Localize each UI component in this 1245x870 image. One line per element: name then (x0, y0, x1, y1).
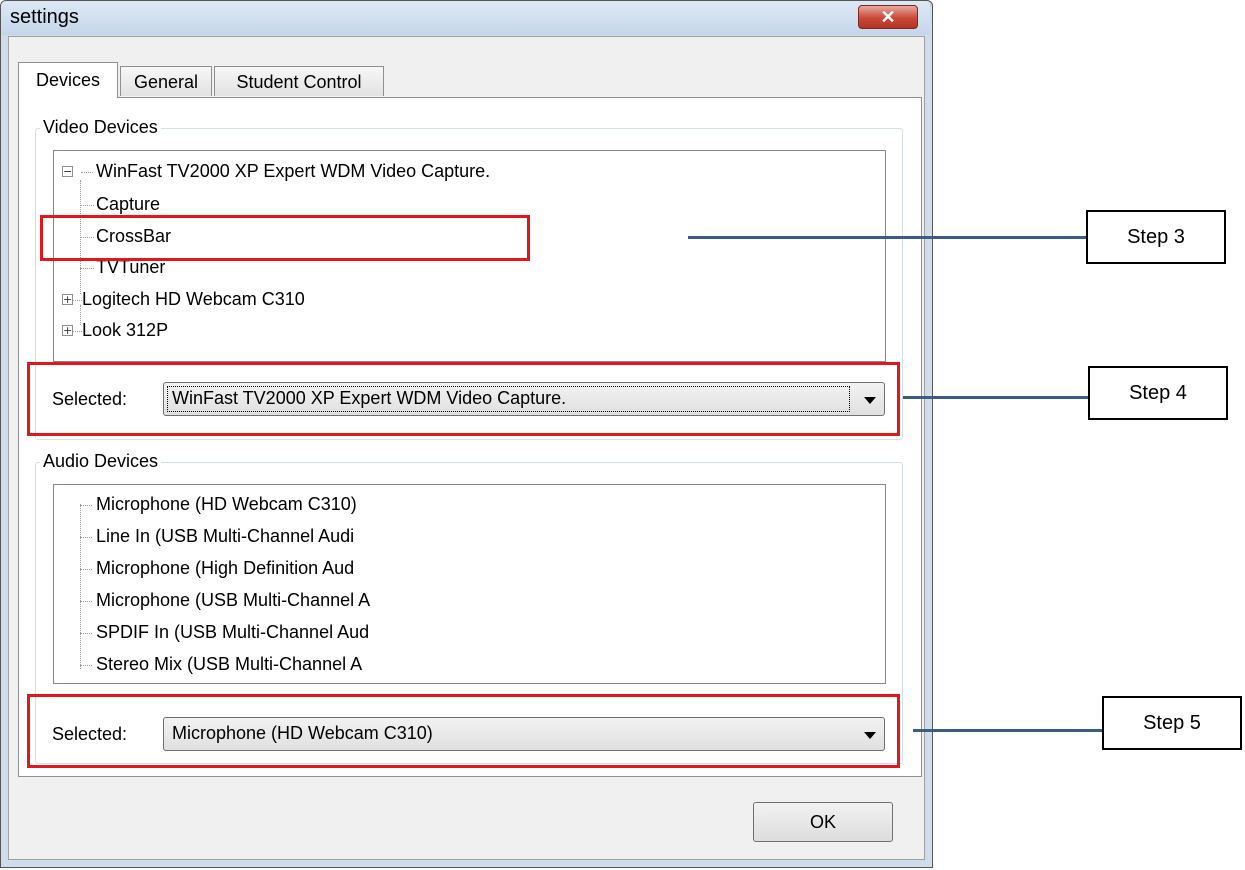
close-icon: ✕ (880, 7, 896, 27)
collapse-icon[interactable]: − (62, 166, 73, 177)
highlight-video-selected (27, 362, 900, 436)
title-bar[interactable] (1, 1, 930, 35)
tab-general[interactable]: General (120, 66, 212, 96)
tree-line (80, 665, 92, 666)
audio-item[interactable]: Microphone (High Definition Aud (96, 558, 354, 579)
tab-devices[interactable]: Devices (18, 62, 118, 98)
expand-icon[interactable]: + (62, 294, 73, 305)
highlight-crossbar (40, 215, 530, 261)
audio-item[interactable]: SPDIF In (USB Multi-Channel Aud (96, 622, 369, 643)
video-devices-label: Video Devices (40, 117, 161, 138)
tree-line (80, 205, 94, 206)
window-title: settings (10, 6, 79, 28)
tree-line (80, 601, 92, 602)
audio-item[interactable]: Line In (USB Multi-Channel Audi (96, 526, 354, 547)
tree-line (81, 172, 93, 173)
expand-icon[interactable]: + (62, 325, 73, 336)
step4-label: Step 4 (1088, 366, 1228, 420)
audio-item[interactable]: Stereo Mix (USB Multi-Channel A (96, 654, 362, 675)
step3-label: Step 3 (1086, 210, 1226, 264)
tree-line (80, 537, 92, 538)
tree-node-look[interactable]: Look 312P (82, 320, 168, 341)
close-button[interactable]: ✕ (858, 5, 918, 29)
audio-item[interactable]: Microphone (HD Webcam C310) (96, 494, 357, 515)
tree-node-winfast[interactable]: WinFast TV2000 XP Expert WDM Video Captu… (96, 161, 490, 182)
step4-connector (903, 396, 1088, 399)
tree-node-logitech[interactable]: Logitech HD Webcam C310 (82, 289, 305, 310)
audio-devices-label: Audio Devices (40, 451, 162, 472)
tree-line (80, 569, 92, 570)
tab-student-control[interactable]: Student Control (214, 66, 384, 96)
audio-item[interactable]: Microphone (USB Multi-Channel A (96, 590, 370, 611)
highlight-audio-selected (27, 694, 900, 768)
tree-line (80, 633, 92, 634)
step5-label: Step 5 (1102, 696, 1242, 750)
tree-line (80, 505, 92, 506)
tree-line (80, 504, 81, 669)
tree-line (80, 305, 81, 325)
ok-button[interactable]: OK (753, 802, 893, 842)
tree-line (80, 268, 94, 269)
step5-connector (913, 729, 1103, 732)
tree-node-capture[interactable]: Capture (96, 194, 160, 215)
step3-connector (688, 236, 1086, 239)
